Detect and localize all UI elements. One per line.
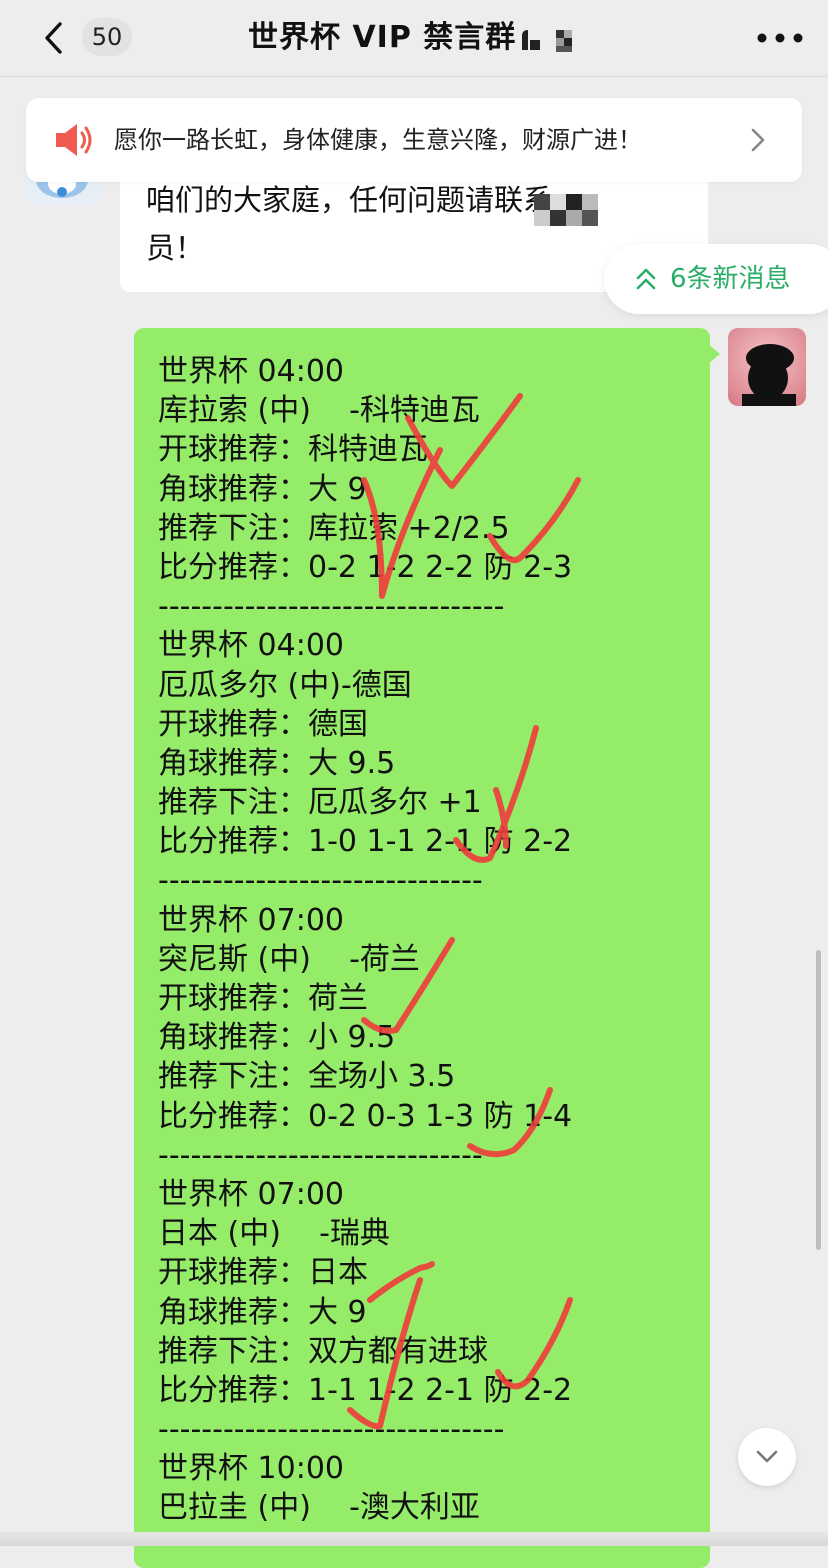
mute-icon <box>522 30 572 52</box>
double-chevron-up-icon <box>636 268 656 290</box>
my-avatar[interactable] <box>728 328 806 406</box>
separator-line: -------------------------------- <box>158 1412 505 1448</box>
message-line: 世界杯 10:00 <box>158 1451 344 1487</box>
message-line: 日本 (中) -瑞典 <box>158 1216 390 1252</box>
message-line: 世界杯 07:00 <box>158 1176 344 1212</box>
scrollbar[interactable] <box>816 950 821 1250</box>
message-text: 世界杯 04:00 库拉索 (中) -科特迪瓦 开球推荐：科特迪瓦 角球推荐：大 9推… <box>158 352 706 1528</box>
separator-line: ------------------------------ <box>158 1137 483 1173</box>
new-messages-button[interactable]: 6条新消息 <box>604 244 828 314</box>
more-dots-icon <box>757 33 803 43</box>
message-line: 开球推荐：荷兰 <box>158 981 368 1016</box>
announcement-banner[interactable]: 愿你一路长虹，身体健康，生意兴隆，财源广进！ <box>26 98 802 182</box>
bubble-tail <box>708 344 720 364</box>
message-line: 世界杯 04:00 <box>158 354 344 389</box>
message-line: 比分推荐：1-1 1-2 2-1 防 2-2 <box>158 1372 573 1408</box>
input-area-edge <box>0 1532 828 1546</box>
speaker-icon <box>56 124 92 156</box>
message-line: 世界杯 04:00 <box>158 628 344 664</box>
chat-title: 世界杯 VIP 禁言群 <box>248 20 517 55</box>
unread-count-badge[interactable]: 50 <box>82 18 132 56</box>
message-line: 推荐下注：厄瓜多尔 +1 <box>158 785 482 821</box>
message-line: 开球推荐：日本 <box>158 1255 368 1291</box>
message-line: 厄瓜多尔 (中)-德国 <box>158 667 412 703</box>
separator-line: ------------------------------ <box>158 863 483 899</box>
separator-line: -------------------------------- <box>158 589 505 625</box>
message-line: 库拉索 (中) -科特迪瓦 <box>158 393 480 429</box>
message-line: 开球推荐：德国 <box>158 706 368 742</box>
new-messages-label: 6条新消息 <box>670 264 791 294</box>
scroll-to-bottom-button[interactable] <box>738 1428 796 1486</box>
message-line: 角球推荐：大 9.5 <box>158 745 396 781</box>
chevron-right-icon <box>751 128 765 152</box>
message-line: 推荐下注：全场小 3.5 <box>158 1059 456 1095</box>
message-line: 角球推荐：大 9 <box>158 471 367 507</box>
user-avatar-icon <box>728 328 806 406</box>
incoming-message-line: 咱们的大家庭，任何问题请联系 <box>146 183 553 217</box>
message-line: 开球推荐：科特迪瓦 <box>158 432 428 468</box>
message-line: 巴拉圭 (中) -澳大利亚 <box>158 1490 480 1526</box>
announcement-text: 愿你一路长虹，身体健康，生意兴隆，财源广进！ <box>114 126 642 154</box>
more-options-button[interactable] <box>752 28 808 48</box>
message-line: 比分推荐：0-2 1-2 2-2 防 2-3 <box>158 549 573 585</box>
top-navigation-bar: 50 世界杯 VIP 禁言群 <box>0 0 828 77</box>
chat-status-icons <box>518 26 588 54</box>
message-line: 角球推荐：大 9 <box>158 1294 367 1330</box>
message-line: 推荐下注：库拉索 +2/2.5 <box>158 510 510 546</box>
chevron-down-icon <box>756 1450 778 1463</box>
message-line: 推荐下注：双方都有进球 <box>158 1333 488 1369</box>
message-line: 比分推荐：0-2 0-3 1-3 防 1-4 <box>158 1098 573 1134</box>
mosaic-redaction <box>534 194 598 226</box>
message-line: 比分推荐：1-0 1-1 2-1 防 2-2 <box>158 824 573 860</box>
message-line: 世界杯 07:00 <box>158 902 344 938</box>
incoming-message-line: 员！ <box>146 231 205 265</box>
message-line: 角球推荐：小 9.5 <box>158 1020 396 1056</box>
back-button[interactable] <box>36 20 76 56</box>
message-line: 突尼斯 (中) -荷兰 <box>158 941 420 977</box>
chevron-left-icon <box>45 22 62 54</box>
